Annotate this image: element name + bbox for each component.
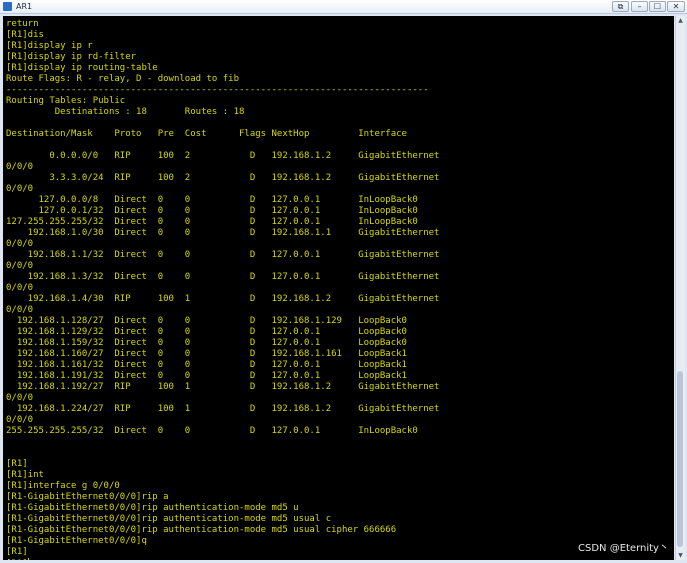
console-line: [R1]display ip routing-table [6, 63, 158, 73]
console-line: 0/0/0 [6, 393, 34, 403]
console-line: 192.168.1.160/27 Direct 0 0 D 192.168.1.… [6, 349, 407, 359]
scroll-down-arrow-icon[interactable]: ▼ [676, 551, 685, 560]
console-line: [R1]display ip rd-filter [6, 52, 137, 62]
console-line: 192.168.1.4/30 RIP 100 1 D 192.168.1.2 G… [6, 294, 440, 304]
console-line: 192.168.1.224/27 RIP 100 1 D 192.168.1.2… [6, 404, 440, 414]
console-line: 192.168.1.161/32 Direct 0 0 D 127.0.0.1 … [6, 360, 407, 370]
console-line: [R1] [6, 547, 28, 557]
console-line: 3.3.3.0/24 RIP 100 2 D 192.168.1.2 Gigab… [6, 173, 440, 183]
close-button[interactable]: ✕ [667, 1, 685, 12]
console-line: 127.0.0.0/8 Direct 0 0 D 127.0.0.1 InLoo… [6, 195, 418, 205]
console-line: 0/0/0 [6, 239, 34, 249]
console-line: 0/0/0 [6, 162, 34, 172]
console-line: [R1-GigabitEthernet0/0/0]q [6, 536, 147, 546]
console-line: ----------------------------------------… [6, 85, 429, 95]
vertical-scrollbar[interactable]: ▲ ▼ [675, 16, 685, 560]
console-line: 192.168.1.3/32 Direct 0 0 D 127.0.0.1 Gi… [6, 272, 440, 282]
terminal-window: AR1 ⧉ – ☐ ✕ return [R1]dis [R1]display i… [0, 0, 687, 563]
console-line: return [6, 19, 39, 29]
console-line: [R1-GigabitEthernet0/0/0]rip authenticat… [6, 503, 299, 513]
scroll-thumb[interactable] [677, 371, 683, 547]
console-line: 192.168.1.129/32 Direct 0 0 D 127.0.0.1 … [6, 327, 407, 337]
console-line: [R1] [6, 559, 28, 560]
console-line: 192.168.1.128/27 Direct 0 0 D 192.168.1.… [6, 316, 407, 326]
minimize-icon: – [637, 1, 642, 11]
console-line: [R1]interface g 0/0/0 [6, 481, 120, 491]
restore-button[interactable]: ⧉ [612, 1, 629, 12]
console-line: [R1]int [6, 470, 44, 480]
console-line: [R1-GigabitEthernet0/0/0]rip a [6, 492, 169, 502]
console-line: [R1-GigabitEthernet0/0/0]rip authenticat… [6, 525, 397, 535]
restore-icon: ⧉ [617, 1, 624, 11]
console-line: 127.255.255.255/32 Direct 0 0 D 127.0.0.… [6, 217, 418, 227]
console-area[interactable]: return [R1]dis [R1]display ip r [R1]disp… [3, 16, 674, 560]
console-line: 192.168.1.0/30 Direct 0 0 D 192.168.1.1 … [6, 228, 440, 238]
console-line: 0.0.0.0/0 RIP 100 2 D 192.168.1.2 Gigabi… [6, 151, 440, 161]
maximize-button[interactable]: ☐ [649, 1, 666, 12]
console-line: 0/0/0 [6, 184, 34, 194]
console-line: [R1]dis [6, 30, 44, 40]
watermark: CSDN @Eternity丶 [578, 543, 669, 554]
app-icon [3, 2, 12, 11]
console-line: [R1] [6, 459, 28, 469]
console-line: 192.168.1.1/32 Direct 0 0 D 127.0.0.1 Gi… [6, 250, 440, 260]
console-line: [R1-GigabitEthernet0/0/0]rip authenticat… [6, 514, 332, 524]
text-cursor [27, 558, 29, 560]
console-line: Destinations : 18 Routes : 18 [6, 107, 245, 117]
console-line: 192.168.1.192/27 RIP 100 1 D 192.168.1.2… [6, 382, 440, 392]
console-line: Route Flags: R - relay, D - download to … [6, 74, 239, 84]
scroll-up-arrow-icon[interactable]: ▲ [676, 16, 685, 25]
maximize-icon: ☐ [653, 1, 662, 11]
console-line: 127.0.0.1/32 Direct 0 0 D 127.0.0.1 InLo… [6, 206, 418, 216]
console-line: 192.168.1.159/32 Direct 0 0 D 127.0.0.1 … [6, 338, 407, 348]
minimize-button[interactable]: – [631, 1, 648, 12]
close-icon: ✕ [672, 1, 680, 11]
console-line: [R1]display ip r [6, 41, 93, 51]
console-output: return [R1]dis [R1]display ip r [R1]disp… [6, 19, 439, 560]
console-line: 192.168.1.191/32 Direct 0 0 D 127.0.0.1 … [6, 371, 407, 381]
console-line: Destination/Mask Proto Pre Cost Flags Ne… [6, 129, 407, 139]
title-bar[interactable]: AR1 ⧉ – ☐ ✕ [0, 0, 687, 14]
window-title: AR1 [16, 2, 33, 11]
console-line: 255.255.255.255/32 Direct 0 0 D 127.0.0.… [6, 426, 418, 436]
console-line: 0/0/0 [6, 261, 34, 271]
console-line: Routing Tables: Public [6, 96, 126, 106]
console-line: 0/0/0 [6, 283, 34, 293]
console-line: 0/0/0 [6, 305, 34, 315]
console-line: 0/0/0 [6, 415, 34, 425]
